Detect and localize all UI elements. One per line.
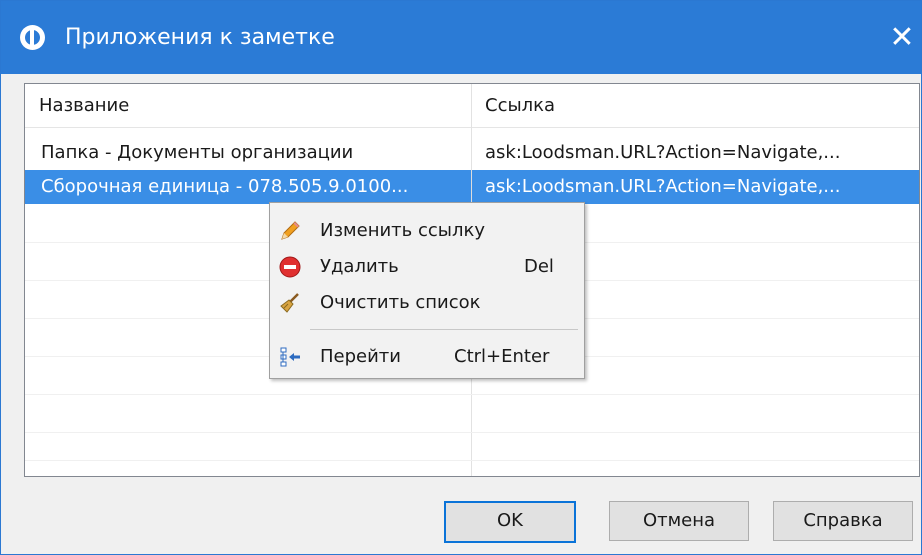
column-header-name[interactable]: Название: [39, 84, 129, 128]
delete-circle-icon: [279, 256, 301, 278]
menu-item-label: Перейти: [320, 346, 401, 367]
row-name-cell: Папка - Документы организации: [41, 142, 354, 163]
row-name-cell: Сборочная единица - 078.505.9.0100...: [41, 176, 409, 197]
close-icon: ✕: [889, 20, 915, 55]
window-title: Приложения к заметке: [65, 25, 335, 50]
menu-item-delete[interactable]: Удалить Del: [272, 251, 582, 283]
cancel-button[interactable]: Отмена: [609, 501, 749, 541]
broom-icon: [280, 293, 299, 313]
menu-item-clear-list[interactable]: Очистить список: [272, 287, 582, 319]
menu-item-shortcut: Del: [524, 256, 554, 277]
menu-item-label: Очистить список: [320, 292, 481, 313]
table-row-selected[interactable]: Сборочная единица - 078.505.9.0100... as…: [25, 170, 919, 204]
menu-item-label: Изменить ссылку: [320, 220, 486, 241]
context-menu: Изменить ссылку Удалить Del Очистить спи…: [269, 202, 585, 379]
ok-button[interactable]: OK: [444, 501, 576, 543]
pencil-icon: [281, 221, 300, 240]
dialog-window: Приложения к заметке ✕ Название Ссылка П…: [0, 0, 922, 555]
title-bar[interactable]: Приложения к заметке ✕: [1, 1, 921, 74]
menu-item-label: Удалить: [320, 256, 399, 277]
row-link-cell: ask:Loodsman.URL?Action=Navigate,...: [485, 142, 841, 163]
tree-arrow-icon: [280, 347, 300, 367]
row-link-cell: ask:Loodsman.URL?Action=Navigate,...: [485, 176, 841, 197]
menu-item-shortcut: Ctrl+Enter: [454, 346, 550, 367]
menu-item-edit-link[interactable]: Изменить ссылку: [272, 215, 582, 247]
menu-separator: [310, 329, 578, 330]
table-row[interactable]: Папка - Документы организации ask:Loodsm…: [25, 136, 919, 170]
help-button[interactable]: Справка: [773, 501, 913, 541]
menu-item-goto[interactable]: Перейти Ctrl+Enter: [272, 341, 582, 373]
close-button[interactable]: ✕: [885, 21, 919, 55]
column-header-link[interactable]: Ссылка: [485, 84, 555, 128]
app-logo-icon: [20, 25, 45, 50]
